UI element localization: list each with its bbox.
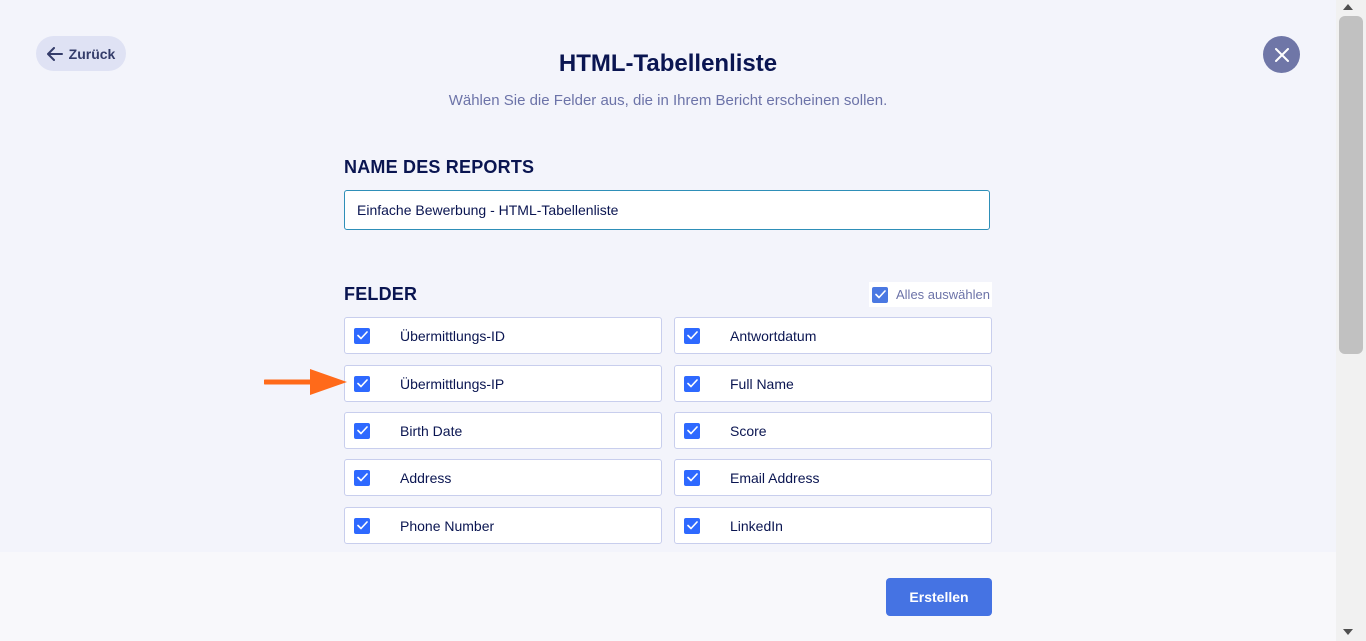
- field-label: Score: [730, 422, 767, 439]
- report-name-input[interactable]: [344, 190, 990, 230]
- field-submission-ip[interactable]: Übermittlungs-IP: [344, 365, 662, 402]
- field-full-name[interactable]: Full Name: [674, 365, 992, 402]
- check-icon: [684, 422, 700, 439]
- check-icon: [684, 517, 700, 534]
- check-icon: [354, 375, 370, 392]
- field-answer-date[interactable]: Antwortdatum: [674, 317, 992, 354]
- field-label: Übermittlungs-ID: [400, 327, 506, 344]
- check-icon: [872, 286, 888, 303]
- create-button[interactable]: Erstellen: [886, 578, 992, 616]
- field-linkedin[interactable]: LinkedIn: [674, 507, 992, 544]
- fields-label: FELDER: [344, 284, 418, 304]
- annotation-arrow-icon: [262, 366, 348, 403]
- field-label: Übermittlungs-IP: [400, 375, 505, 392]
- field-label: LinkedIn: [730, 517, 783, 534]
- field-label: Birth Date: [400, 422, 463, 439]
- footer-bar: [0, 552, 1336, 641]
- page-title: HTML-Tabellenliste: [558, 50, 778, 77]
- field-label: Full Name: [730, 375, 794, 392]
- select-all-label: Alles auswählen: [896, 287, 990, 302]
- page-subtitle: Wählen Sie die Felder aus, die in Ihrem …: [448, 92, 888, 109]
- field-email-address[interactable]: Email Address: [674, 459, 992, 496]
- scrollbar-thumb[interactable]: [1339, 16, 1363, 354]
- report-name-label: NAME DES REPORTS: [344, 157, 535, 177]
- check-icon: [684, 327, 700, 344]
- field-label: Antwortdatum: [730, 327, 817, 344]
- scroll-down-icon[interactable]: [1338, 626, 1358, 638]
- field-label: Address: [400, 469, 452, 486]
- check-icon: [354, 327, 370, 344]
- check-icon: [684, 375, 700, 392]
- field-address[interactable]: Address: [344, 459, 662, 496]
- field-phone-number[interactable]: Phone Number: [344, 507, 662, 544]
- select-all-checkbox[interactable]: Alles auswählen: [869, 282, 992, 307]
- field-birth-date[interactable]: Birth Date: [344, 412, 662, 449]
- check-icon: [354, 422, 370, 439]
- check-icon: [354, 469, 370, 486]
- field-submission-id[interactable]: Übermittlungs-ID: [344, 317, 662, 354]
- field-score[interactable]: Score: [674, 412, 992, 449]
- field-label: Phone Number: [400, 517, 495, 534]
- check-icon: [684, 469, 700, 486]
- scroll-up-icon[interactable]: [1338, 1, 1358, 13]
- field-label: Email Address: [730, 469, 820, 486]
- check-icon: [354, 517, 370, 534]
